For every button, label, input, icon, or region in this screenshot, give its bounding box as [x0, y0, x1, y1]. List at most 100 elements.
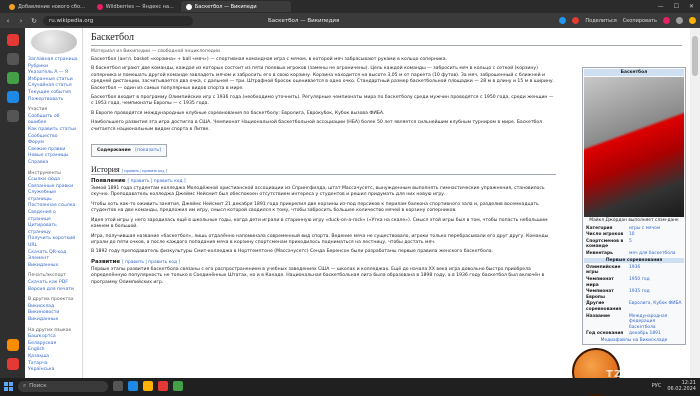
section-heading-projects: В других проектах: [28, 297, 74, 303]
infobox-row-label: Инвентарь: [586, 251, 613, 257]
pinterest-save-icon[interactable]: [663, 17, 670, 24]
downloads-icon[interactable]: [689, 17, 696, 24]
share-button[interactable]: Поделиться: [585, 18, 616, 24]
tools-item[interactable]: Получить короткий URL: [28, 236, 79, 249]
edge-icon[interactable]: [128, 381, 138, 391]
nav-item[interactable]: Указатель А — Я: [28, 70, 79, 77]
tools-item[interactable]: Ссылки сюда: [28, 177, 79, 184]
maximize-icon[interactable]: ☐: [674, 3, 679, 10]
windows-taskbar: ⌕ Поиск РУС 12:21 06.02.2024: [0, 378, 700, 394]
windows-start-icon[interactable]: [4, 381, 13, 391]
nav-item[interactable]: Текущие события: [28, 90, 79, 97]
language-indicator[interactable]: РУС: [652, 383, 662, 389]
language-item[interactable]: Українська: [28, 367, 79, 374]
address-bar[interactable]: ru.wikipedia.org: [43, 15, 193, 26]
wiki-navigation-panel: Заглавная страница Рубрики Указатель А — Я…: [25, 28, 83, 378]
clock-date[interactable]: 06.02.2024: [667, 386, 696, 392]
task-view-icon[interactable]: [113, 381, 123, 391]
lead-paragraph-2: В баскетбол играют две команды, каждая и…: [91, 66, 555, 91]
infobox-row: Чемпионат мира 1950 год: [584, 276, 684, 288]
reload-icon[interactable]: ↻: [30, 17, 38, 25]
copy-button[interactable]: Скопировать: [623, 18, 657, 24]
nav-item[interactable]: Заглавная страница: [28, 57, 79, 64]
edit-section-link[interactable]: [ править | править код ]: [122, 260, 180, 265]
infobox-row-label: Категория: [586, 225, 613, 231]
infobox-row: Число игроков 10: [584, 232, 684, 239]
infobox-row-value[interactable]: 5: [629, 239, 632, 250]
store-icon[interactable]: [173, 381, 183, 391]
heading-origin: Появление [ править | править код ]: [91, 178, 186, 185]
infobox-caption: Майкл Джордан выполняет слэм-данк: [589, 218, 679, 223]
participate-item[interactable]: Справка: [28, 160, 79, 167]
infobox-row-value[interactable]: 1950 год: [629, 277, 650, 288]
infobox-title: Баскетбол: [584, 69, 684, 76]
translate-icon[interactable]: [559, 17, 567, 24]
participate-item[interactable]: Сообщить об ошибке: [28, 114, 79, 127]
project-item[interactable]: Викиданные: [28, 317, 79, 324]
scrollbar-thumb[interactable]: [692, 36, 698, 76]
taskbar-search[interactable]: ⌕ Поиск: [18, 380, 108, 392]
lead-paragraph-3: Баскетбол входит в программу Олимпийских…: [91, 95, 554, 107]
edit-section-link[interactable]: [ править | править код ]: [127, 179, 185, 184]
notes-icon[interactable]: [6, 110, 19, 122]
back-icon[interactable]: ‹: [4, 17, 12, 25]
bookmarks-icon[interactable]: [6, 53, 19, 65]
pinterest-icon[interactable]: [572, 17, 580, 24]
language-item[interactable]: English: [28, 347, 79, 354]
infobox-row-value[interactable]: 10: [629, 232, 635, 238]
infobox-row: Год основания декабрь 1891: [584, 331, 684, 338]
language-item[interactable]: Қазақша: [28, 354, 79, 361]
infobox-image[interactable]: [584, 77, 684, 217]
tab-2[interactable]: Wildberries — Яндекс на...: [92, 1, 179, 12]
infobox-row-value[interactable]: 1935 год: [629, 289, 650, 300]
tab-1[interactable]: Добавление нового сбо...: [4, 1, 90, 12]
nav-item[interactable]: Случайная статья: [28, 83, 79, 90]
browser-sidebar: [0, 28, 25, 378]
infobox: Баскетбол Майкл Джордан выполняет слэм-д…: [582, 67, 686, 346]
infobox-row-value[interactable]: Международная федерация баскетбола: [629, 314, 682, 331]
wikipedia-logo[interactable]: [30, 30, 77, 54]
toc-label: Содержание: [97, 148, 131, 154]
yandex-browser-icon[interactable]: [158, 381, 168, 391]
tools-item[interactable]: Цитировать страницу: [28, 223, 79, 236]
tools-item[interactable]: Элемент Викиданных: [28, 256, 79, 269]
infobox-row-value[interactable]: игры с мячом: [629, 226, 660, 232]
project-item[interactable]: Викиновости: [28, 310, 79, 317]
add-icon[interactable]: [6, 339, 19, 351]
infobox-row-value[interactable]: мяч для баскетбола: [629, 251, 675, 257]
origin-paragraph-5: В 1892 году преподаватель физкультуры См…: [91, 249, 494, 255]
tools-item[interactable]: Служебные страницы: [28, 190, 79, 203]
messenger-icon[interactable]: [6, 72, 19, 84]
article-title: Баскетбол: [91, 32, 682, 46]
tab-3-active[interactable]: Баскетбол — Википеди: [180, 1, 291, 12]
forward-icon[interactable]: ›: [17, 17, 25, 25]
page-scrollbar[interactable]: [690, 28, 700, 378]
toc-toggle[interactable]: [показать]: [135, 148, 161, 153]
infobox-row: Олимпийские игры 1936: [584, 264, 684, 276]
explorer-icon[interactable]: [143, 381, 153, 391]
infobox-row-value[interactable]: Евролига, Кубок ФИБА: [629, 301, 682, 312]
participate-item[interactable]: Форум: [28, 140, 79, 147]
heading-development: Развитие [ править | править код ]: [91, 258, 181, 265]
close-icon[interactable]: ✕: [689, 3, 694, 10]
infobox-row-value[interactable]: декабрь 1891: [629, 331, 661, 337]
participate-item[interactable]: Как править статьи: [28, 127, 79, 134]
print-item[interactable]: Версия для печати: [28, 287, 79, 294]
infobox-row-value[interactable]: 1936: [629, 265, 640, 276]
infobox-row-label: Чемпионат мира: [586, 277, 614, 288]
language-item[interactable]: Башҡортса: [28, 334, 79, 341]
profile-icon[interactable]: [676, 17, 683, 24]
article-subtitle: Материал из Википедии — свободной энцикл…: [91, 49, 220, 54]
minimize-icon[interactable]: —: [658, 3, 664, 10]
yandex-icon[interactable]: [6, 34, 19, 46]
infobox-row: Спортсменов в команде 5: [584, 238, 684, 250]
edit-section-link[interactable]: [ править | править код ]: [122, 168, 167, 173]
heading-history: История [ править | править код ]: [91, 165, 556, 176]
commons-link[interactable]: Медиафайлы на Викискладе: [584, 338, 684, 343]
participate-item[interactable]: Новые страницы: [28, 153, 79, 160]
music-icon[interactable]: [6, 91, 19, 103]
nav-item[interactable]: Пожертвовать: [28, 97, 79, 104]
tools-item[interactable]: Сведения о странице: [28, 210, 79, 223]
print-item[interactable]: Скачать как PDF: [28, 280, 79, 287]
alice-icon[interactable]: [6, 358, 19, 370]
